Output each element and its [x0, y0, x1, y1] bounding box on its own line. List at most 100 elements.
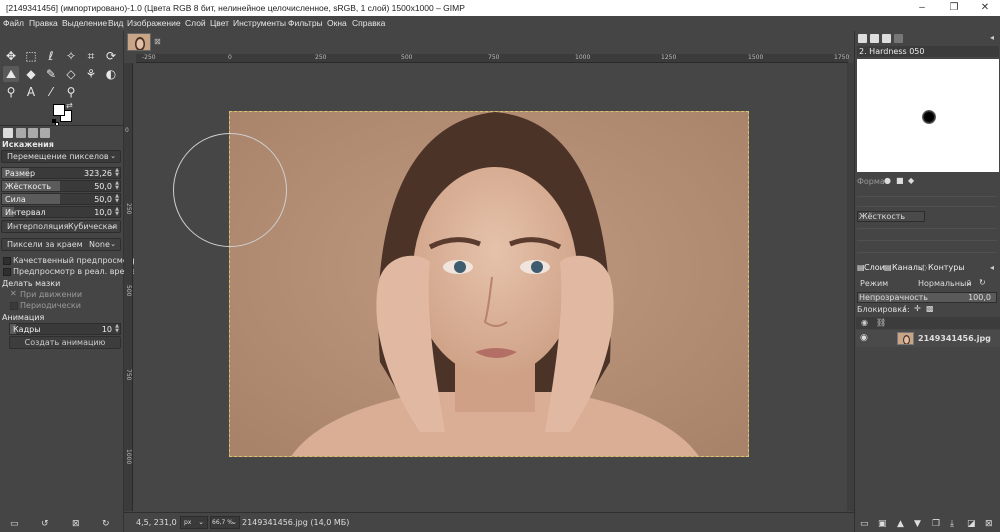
menu-image[interactable]: Изображение [127, 18, 181, 28]
reset-options-icon[interactable]: ↻ [102, 519, 110, 529]
rect-select-tool-icon[interactable]: ⬚ [23, 48, 39, 64]
delete-options-icon[interactable]: ⊠ [72, 519, 80, 529]
swap-colors-icon[interactable]: ⇄ [66, 101, 73, 110]
periodically-checkbox[interactable] [10, 302, 18, 310]
menu-select[interactable]: Выделение [62, 18, 107, 28]
unified-transform-tool-icon[interactable]: ⟳ [103, 48, 119, 64]
smudge-tool-icon[interactable]: ◐ [103, 66, 119, 82]
tab-layers[interactable]: Слои [864, 263, 885, 272]
square-shape-icon[interactable]: ■ [896, 176, 904, 185]
vertical-scrollbar[interactable] [847, 63, 854, 511]
layer-mode-select[interactable]: Нормальный [918, 279, 972, 288]
realtime-preview-checkbox[interactable] [3, 268, 11, 276]
menu-windows[interactable]: Окна [327, 18, 347, 28]
zoom-tool-icon[interactable]: ⚲ [63, 84, 79, 100]
foreground-color-swatch[interactable] [53, 104, 65, 116]
text-tool-icon[interactable]: A [23, 84, 39, 100]
duplicate-layer-icon[interactable]: ❐ [932, 519, 940, 529]
lock-position-icon[interactable]: ✛ [914, 304, 921, 313]
brushes-tab-icon[interactable] [858, 34, 867, 43]
spin-arrows-icon[interactable]: ▲ ▼ [115, 168, 119, 178]
panel-menu-icon[interactable]: ◂ [990, 263, 994, 272]
new-layer-icon[interactable]: ▭ [860, 519, 869, 529]
size-slider[interactable]: Размер 323,26 ▲ ▼ [1, 167, 121, 179]
paths-tool-icon[interactable]: ⚲ [3, 84, 19, 100]
image-tab-thumbnail[interactable] [127, 33, 151, 51]
abyss-policy-select[interactable]: Пиксели за краем None ⌄ [1, 238, 121, 251]
spin-arrows-icon[interactable]: ▲ ▼ [115, 194, 119, 204]
warp-mode-value: Перемещение пикселов [7, 152, 109, 161]
layer-name[interactable]: 2149341456.jpg [918, 334, 991, 343]
diamond-shape-icon[interactable]: ◆ [908, 176, 914, 185]
new-group-icon[interactable]: ▣ [878, 519, 887, 529]
brush-hardness-label: Жёсткость [859, 212, 906, 221]
patterns-tab-icon[interactable] [870, 34, 879, 43]
crop-tool-icon[interactable]: ⌗ [83, 48, 99, 64]
hardness-label: Жёсткость [5, 182, 52, 191]
strength-slider[interactable]: Сила 50,0 ▲ ▼ [1, 193, 121, 205]
close-image-tab-icon[interactable]: ⊠ [154, 37, 161, 46]
menu-color[interactable]: Цвет [210, 18, 229, 28]
restore-options-icon[interactable]: ↺ [41, 519, 49, 529]
device-status-tab-icon[interactable] [16, 128, 26, 138]
warp-transform-tool-icon[interactable]: ⛰ [3, 66, 19, 82]
lasso-tool-icon[interactable]: ℓ [43, 48, 59, 64]
tab-paths[interactable]: Контуры [928, 263, 965, 272]
menu-view[interactable]: Вид [108, 18, 123, 28]
unit-select[interactable]: px ⌄ [180, 516, 208, 529]
spin-arrows-icon[interactable]: ▲ ▼ [115, 207, 119, 217]
hq-preview-checkbox[interactable] [3, 257, 11, 265]
during-motion-label[interactable]: При движении [20, 290, 82, 299]
minimize-button[interactable]: – [907, 0, 937, 16]
menu-layer[interactable]: Слой [185, 18, 206, 28]
paths-tab-icon[interactable]: ◌ [920, 263, 927, 272]
images-tab-icon[interactable] [40, 128, 50, 138]
brush-hardness-slider[interactable]: Жёсткость [857, 211, 925, 222]
panel-menu-icon[interactable]: ◂ [990, 33, 994, 42]
lock-alpha-icon[interactable]: ▩ [926, 304, 934, 313]
menu-filters[interactable]: Фильтры [288, 18, 323, 28]
create-animation-button[interactable]: Создать анимацию [9, 336, 121, 349]
image-canvas-photo[interactable] [229, 111, 749, 457]
menu-edit[interactable]: Правка [29, 18, 58, 28]
eye-icon[interactable]: ◉ [860, 333, 868, 343]
spacing-slider[interactable]: Интервал 10,0 ▲ ▼ [1, 206, 121, 218]
tool-options-tab-icon[interactable] [3, 128, 13, 138]
channels-tab-icon[interactable]: ▤ [884, 263, 892, 272]
fuzzy-select-tool-icon[interactable]: ✧ [63, 48, 79, 64]
circle-shape-icon[interactable]: ● [884, 176, 891, 185]
spin-arrows-icon[interactable]: ▲ ▼ [115, 181, 119, 191]
paintbrush-tool-icon[interactable]: ✎ [43, 66, 59, 82]
menu-help[interactable]: Справка [352, 18, 385, 28]
warp-mode-select[interactable]: Перемещение пикселов ⌄ [1, 150, 121, 163]
close-button[interactable]: ✕ [970, 0, 1000, 16]
save-options-icon[interactable]: ▭ [10, 519, 19, 529]
eraser-tool-icon[interactable]: ◇ [63, 66, 79, 82]
vertical-ruler: 0 250 500 750 1000 [124, 63, 133, 511]
delete-layer-icon[interactable]: ⊠ [985, 519, 993, 529]
mode-switch-icon[interactable]: ↻ [979, 278, 986, 287]
lower-layer-icon[interactable]: ▼ [914, 519, 921, 529]
bucket-fill-tool-icon[interactable]: ◆ [23, 66, 39, 82]
menu-file[interactable]: Файл [3, 18, 24, 28]
brush-editor-tab-icon[interactable] [894, 34, 903, 43]
raise-layer-icon[interactable]: ▲ [897, 519, 904, 529]
zoom-select[interactable]: 66,7 % ⌄ [210, 516, 240, 529]
move-tool-icon[interactable]: ✥ [3, 48, 19, 64]
fonts-tab-icon[interactable] [882, 34, 891, 43]
maximize-button[interactable]: ❐ [939, 0, 969, 16]
color-picker-tool-icon[interactable]: ⁄ [43, 84, 59, 100]
merge-layer-icon[interactable]: ⤓ [950, 519, 954, 529]
spin-arrows-icon[interactable]: ▲ ▼ [115, 324, 119, 334]
interpolation-select[interactable]: Интерполяция Кубическая ⌄ [1, 220, 121, 233]
lock-pixels-icon[interactable]: / [903, 304, 906, 313]
menu-tools[interactable]: Инструменты [233, 18, 286, 28]
stroke-label: Делать мазки [2, 279, 61, 288]
hardness-slider[interactable]: Жёсткость 50,0 ▲ ▼ [1, 180, 121, 192]
mask-layer-icon[interactable]: ◪ [967, 519, 976, 529]
opacity-slider[interactable]: Непрозрачность 100,0 [857, 292, 997, 303]
clone-tool-icon[interactable]: ⚘ [83, 66, 99, 82]
layer-thumbnail [897, 332, 914, 345]
frames-slider[interactable]: Кадры 10 ▲ ▼ [9, 323, 121, 335]
undo-history-tab-icon[interactable] [28, 128, 38, 138]
